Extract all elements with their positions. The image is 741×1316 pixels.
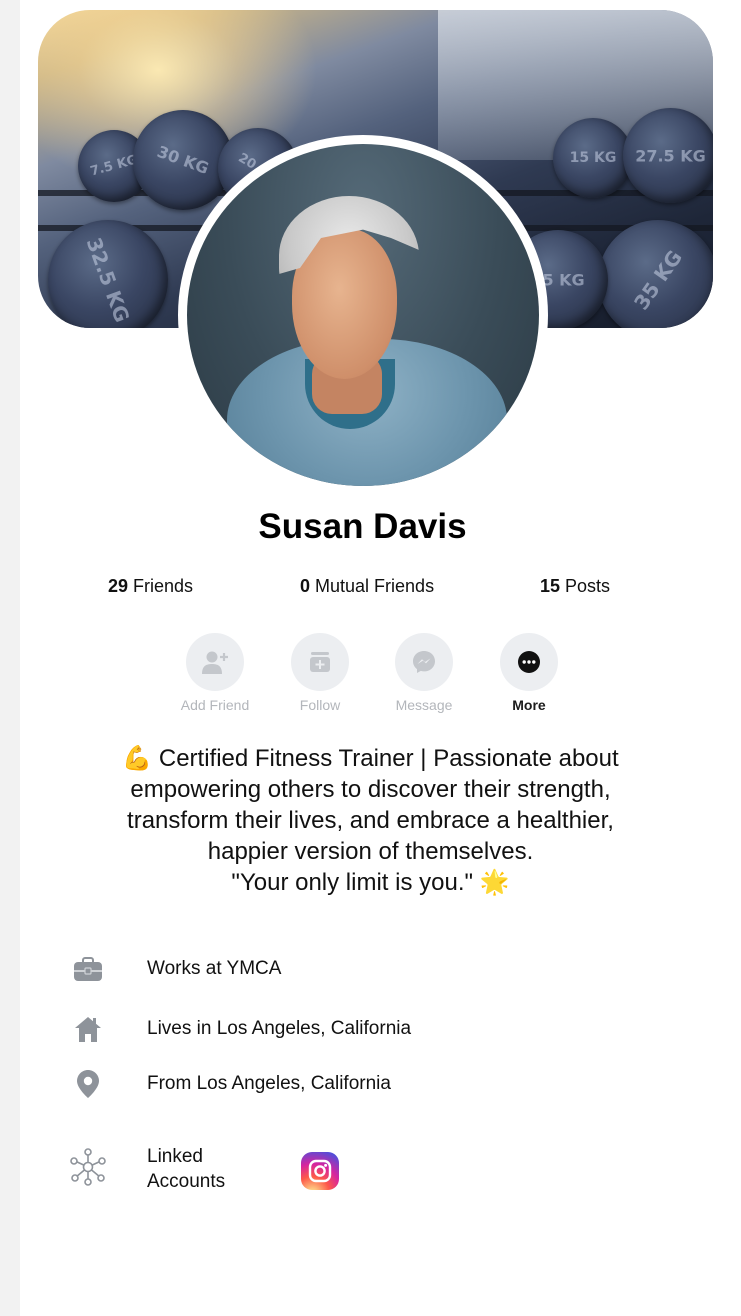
mutual-friends-label: Mutual Friends — [310, 576, 435, 596]
weight-plate: 15 KG — [553, 118, 633, 198]
weight-plate: 35 KG — [598, 220, 713, 328]
friends-count-label: Friends — [128, 576, 194, 596]
profile-bio: 💪 Certified Fitness Trainer | Passionate… — [40, 743, 701, 898]
network-icon — [60, 1145, 116, 1189]
mutual-friends-value: 0 — [300, 576, 311, 596]
friends-count[interactable]: 29 Friends — [108, 576, 193, 597]
briefcase-icon — [60, 948, 116, 992]
message-label: Message — [395, 697, 453, 713]
more-label: More — [512, 697, 546, 713]
add-friend-label: Add Friend — [180, 697, 250, 713]
location-pin-icon — [60, 1062, 116, 1106]
friends-count-value: 29 — [108, 576, 129, 596]
linked-accounts-label: Linked Accounts — [147, 1144, 225, 1194]
avatar-photo — [187, 144, 539, 486]
follow-circle — [291, 633, 349, 691]
message-button[interactable]: Message — [374, 633, 474, 713]
follow-label: Follow — [299, 697, 341, 713]
more-button[interactable]: More — [479, 633, 579, 713]
more-icon — [518, 651, 540, 673]
instagram-icon[interactable] — [301, 1152, 339, 1190]
linked-accounts-line1: Linked — [147, 1146, 203, 1167]
messenger-icon — [413, 651, 435, 673]
posts-count-value: 15 — [540, 576, 561, 596]
message-circle — [395, 633, 453, 691]
home-icon — [60, 1007, 116, 1051]
follow-icon — [310, 652, 330, 672]
profile-avatar[interactable] — [178, 135, 548, 495]
more-circle — [500, 633, 558, 691]
weight-plate: 32.5 KG — [48, 220, 168, 328]
bio-line: empowering others to discover their stre… — [130, 776, 611, 803]
add-friend-button[interactable]: Add Friend — [165, 633, 265, 713]
bio-line: "Your only limit is you." 🌟 — [231, 869, 510, 896]
posts-count[interactable]: 15 Posts — [540, 576, 610, 597]
follow-button[interactable]: Follow — [270, 633, 370, 713]
profile-name: Susan Davis — [258, 507, 467, 546]
weight-plate: 27.5 KG — [623, 108, 713, 203]
bio-line: transform their lives, and embrace a hea… — [127, 807, 614, 834]
work-text: Works at YMCA — [147, 958, 282, 979]
bio-line: happier version of themselves. — [207, 838, 534, 865]
bio-line: 💪 Certified Fitness Trainer | Passionate… — [122, 745, 619, 772]
lives-text: Lives in Los Angeles, California — [147, 1018, 412, 1039]
mutual-friends-count[interactable]: 0 Mutual Friends — [300, 576, 434, 597]
from-text: From Los Angeles, California — [147, 1073, 391, 1094]
add-friend-circle — [186, 633, 244, 691]
posts-count-label: Posts — [560, 576, 611, 596]
linked-accounts-line2: Accounts — [147, 1171, 226, 1192]
add-friend-icon — [202, 651, 228, 674]
